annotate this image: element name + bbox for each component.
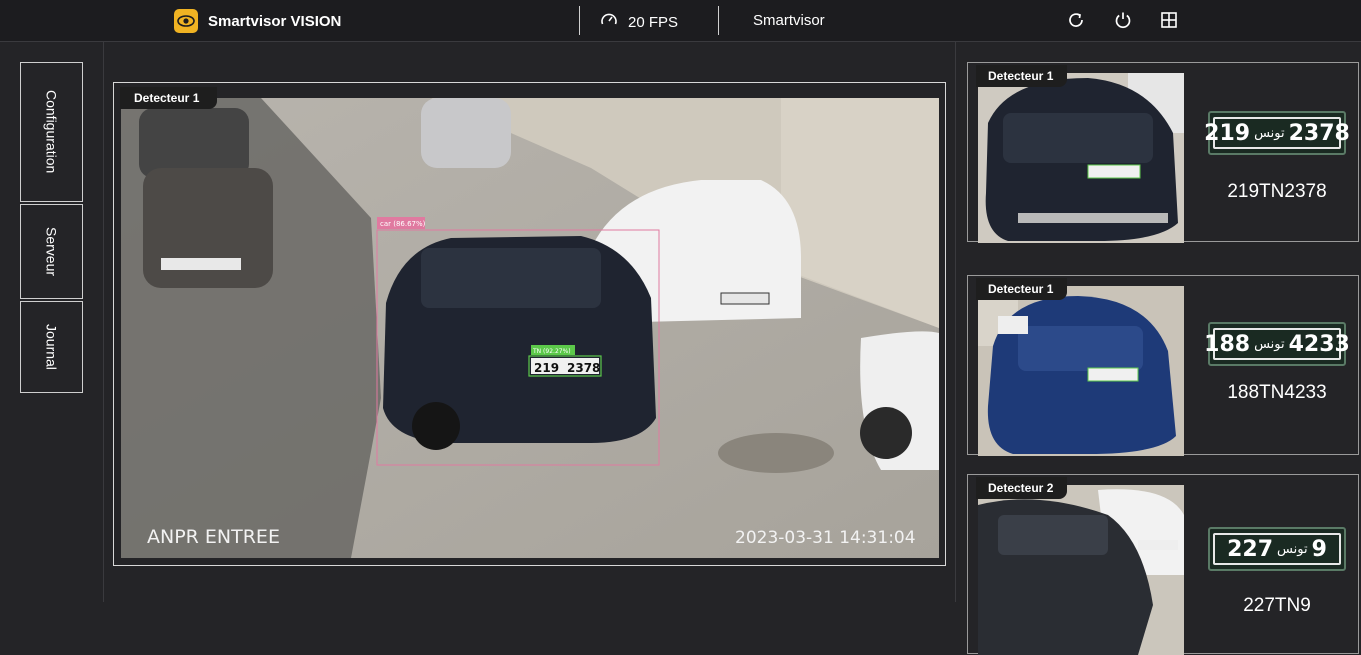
plate-detection-label: TN (92.27%) [532, 348, 571, 355]
card-detector-label: Detecteur 1 [976, 278, 1068, 300]
plate-left: 227 [1227, 536, 1274, 562]
card-detector-label: Detecteur 2 [976, 477, 1068, 499]
plate-image: 188 تونس 4233 [1204, 322, 1350, 366]
header-divider [579, 6, 580, 35]
camera-timestamp-overlay: 2023-03-31 14:31:04 [735, 528, 916, 548]
detection-label: car (86.67%) [380, 220, 426, 228]
plate-left: 188 [1204, 331, 1251, 357]
main-plate-left: 219 [534, 361, 559, 375]
header-divider [718, 6, 719, 35]
detection-card[interactable]: Detecteur 1 188 تونس 4233 188TN4233 [967, 275, 1359, 456]
camera-location-overlay: ANPR ENTREE [147, 526, 280, 548]
top-bar: Smartvisor VISION 20 FPS Smartvisor [0, 0, 1361, 42]
nav-label: Configuration [43, 90, 60, 174]
vehicle-snapshot [978, 73, 1184, 243]
main-camera-frame: Detecteur 1 car (86.67%) TN (92.27%) 219… [113, 82, 946, 566]
brand: Smartvisor VISION [174, 9, 341, 33]
nav-label: Journal [43, 324, 60, 370]
nav-label: Serveur [43, 226, 60, 277]
plate-left: 219 [1204, 120, 1251, 146]
plate-image: 227 تونس 9 [1208, 527, 1346, 571]
app-title: Smartvisor VISION [208, 12, 342, 30]
detection-card[interactable]: Detecteur 1 219 تونس 2378 219TN2378 [967, 62, 1359, 243]
card-detector-label: Detecteur 1 [976, 65, 1068, 87]
fps-value: 20 FPS [628, 13, 679, 31]
plate-arabic: تونس [1254, 336, 1285, 352]
vehicle-snapshot [978, 485, 1184, 655]
eye-logo-icon [174, 9, 198, 33]
refresh-icon[interactable] [1066, 10, 1086, 30]
plate-right: 9 [1311, 536, 1327, 562]
grid-icon[interactable] [1159, 10, 1179, 30]
speedometer-icon [600, 11, 618, 33]
vehicle-snapshot [978, 286, 1184, 456]
nav-configuration[interactable]: Configuration [20, 62, 83, 202]
detection-card[interactable]: Detecteur 2 227 تونس 9 227TN9 [967, 474, 1359, 655]
nav-serveur[interactable]: Serveur [20, 204, 83, 299]
plate-arabic: تونس [1277, 541, 1308, 557]
plate-number-text: 188TN4233 [1227, 382, 1327, 403]
detector-label: Detecteur 1 [120, 87, 218, 109]
plate-right: 2378 [1288, 120, 1350, 146]
plate-number-text: 219TN2378 [1227, 181, 1327, 202]
nav-journal[interactable]: Journal [20, 301, 83, 393]
plate-right: 4233 [1288, 331, 1350, 357]
camera-feed[interactable]: car (86.67%) TN (92.27%) 219 2378 ANPR E… [121, 98, 939, 558]
user-name: Smartvisor [753, 12, 825, 29]
main-plate-right: 2378 [567, 361, 600, 375]
fps-indicator: 20 FPS [600, 11, 678, 33]
plate-number-text: 227TN9 [1243, 595, 1311, 616]
power-icon[interactable] [1113, 10, 1133, 30]
detections-panel: Detecteur 1 219 تونس 2378 219TN2378 Dete… [955, 42, 1361, 655]
left-navigation: Configuration Serveur Journal [0, 42, 104, 602]
plate-image: 219 تونس 2378 [1204, 111, 1350, 155]
plate-arabic: تونس [1254, 125, 1285, 141]
